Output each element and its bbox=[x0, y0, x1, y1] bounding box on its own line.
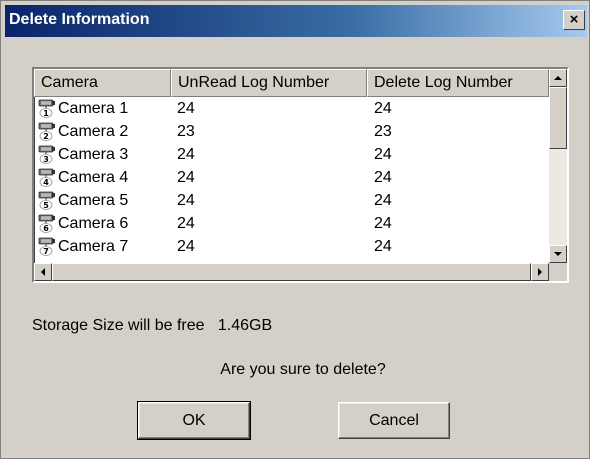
scroll-up-button[interactable] bbox=[549, 69, 567, 87]
horizontal-scrollbar[interactable] bbox=[34, 263, 549, 281]
delete-information-dialog: Delete Information × Camera UnRead Log N… bbox=[0, 0, 590, 459]
storage-info: Storage Size will be free 1.46GB bbox=[32, 317, 272, 335]
camera-icon-number: 7 bbox=[43, 247, 49, 256]
storage-value: 1.46GB bbox=[217, 317, 273, 334]
storage-label: Storage Size will be free bbox=[32, 317, 205, 334]
table-row[interactable]: 4 Camera 4 24 24 bbox=[34, 166, 549, 189]
table-row[interactable]: 3 Camera 3 24 24 bbox=[34, 143, 549, 166]
cancel-button[interactable]: Cancel bbox=[338, 402, 450, 439]
cell-unread: 24 bbox=[177, 169, 195, 186]
table-row[interactable]: 6 Camera 6 24 24 bbox=[34, 212, 549, 235]
close-button[interactable]: × bbox=[563, 10, 585, 30]
camera-icon: 4 bbox=[38, 168, 55, 187]
camera-icon: 3 bbox=[38, 145, 55, 164]
arrow-up-icon bbox=[554, 76, 562, 80]
camera-icon: 7 bbox=[38, 237, 55, 256]
camera-icon-number: 1 bbox=[43, 109, 49, 118]
arrow-down-icon bbox=[554, 252, 562, 256]
cell-unread: 24 bbox=[177, 192, 195, 209]
cell-delete: 24 bbox=[374, 192, 392, 209]
cell-camera: Camera 6 bbox=[58, 215, 129, 232]
cell-unread: 24 bbox=[177, 215, 195, 232]
scroll-down-button[interactable] bbox=[549, 245, 567, 263]
camera-icon: 1 bbox=[38, 99, 55, 118]
cell-unread: 24 bbox=[177, 146, 195, 163]
list-rows: 1 Camera 1 24 24 2 Camera 2 23 23 3 Camera 3 24 24 4… bbox=[34, 97, 549, 263]
camera-icon: 6 bbox=[38, 214, 55, 233]
cell-delete: 24 bbox=[374, 169, 392, 186]
cell-unread: 23 bbox=[177, 123, 195, 140]
camera-icon: 5 bbox=[38, 191, 55, 210]
table-row[interactable]: 1 Camera 1 24 24 bbox=[34, 97, 549, 120]
scrollbar-corner bbox=[549, 263, 567, 281]
cell-camera: Camera 3 bbox=[58, 146, 129, 163]
cell-camera: Camera 1 bbox=[58, 100, 129, 117]
cell-delete: 24 bbox=[374, 146, 392, 163]
camera-icon-number: 3 bbox=[43, 155, 49, 164]
column-header-delete[interactable]: Delete Log Number bbox=[367, 69, 549, 97]
table-row[interactable]: 2 Camera 2 23 23 bbox=[34, 120, 549, 143]
cell-camera: Camera 5 bbox=[58, 192, 129, 209]
arrow-right-icon bbox=[538, 268, 542, 276]
cell-unread: 24 bbox=[177, 100, 195, 117]
close-icon: × bbox=[569, 11, 579, 28]
cell-delete: 24 bbox=[374, 100, 392, 117]
camera-icon-number: 2 bbox=[43, 132, 49, 141]
cell-delete: 23 bbox=[374, 123, 392, 140]
camera-log-list[interactable]: Camera UnRead Log Number Delete Log Numb… bbox=[32, 67, 569, 283]
camera-icon-number: 5 bbox=[43, 201, 49, 210]
cell-delete: 24 bbox=[374, 215, 392, 232]
camera-icon: 2 bbox=[38, 122, 55, 141]
title-bar[interactable]: Delete Information × bbox=[5, 5, 587, 37]
cell-camera: Camera 4 bbox=[58, 169, 129, 186]
cell-camera: Camera 7 bbox=[58, 238, 129, 255]
window-title: Delete Information bbox=[9, 11, 150, 28]
list-header: Camera UnRead Log Number Delete Log Numb… bbox=[34, 69, 554, 97]
cell-camera: Camera 2 bbox=[58, 123, 129, 140]
camera-icon-number: 6 bbox=[43, 224, 49, 233]
scroll-left-button[interactable] bbox=[34, 263, 52, 281]
vertical-scroll-thumb[interactable] bbox=[549, 87, 567, 149]
table-row[interactable]: 5 Camera 5 24 24 bbox=[34, 189, 549, 212]
column-header-unread[interactable]: UnRead Log Number bbox=[171, 69, 367, 97]
table-row[interactable]: 7 Camera 7 24 24 bbox=[34, 235, 549, 258]
scroll-right-button[interactable] bbox=[531, 263, 549, 281]
ok-button[interactable]: OK bbox=[137, 401, 251, 440]
arrow-left-icon bbox=[41, 268, 45, 276]
horizontal-scroll-thumb[interactable] bbox=[52, 263, 531, 281]
confirm-message: Are you sure to delete? bbox=[220, 361, 386, 378]
cell-delete: 24 bbox=[374, 238, 392, 255]
column-header-camera[interactable]: Camera bbox=[34, 69, 171, 97]
camera-icon-number: 4 bbox=[43, 178, 49, 187]
vertical-scrollbar[interactable] bbox=[549, 69, 567, 265]
cell-unread: 24 bbox=[177, 238, 195, 255]
